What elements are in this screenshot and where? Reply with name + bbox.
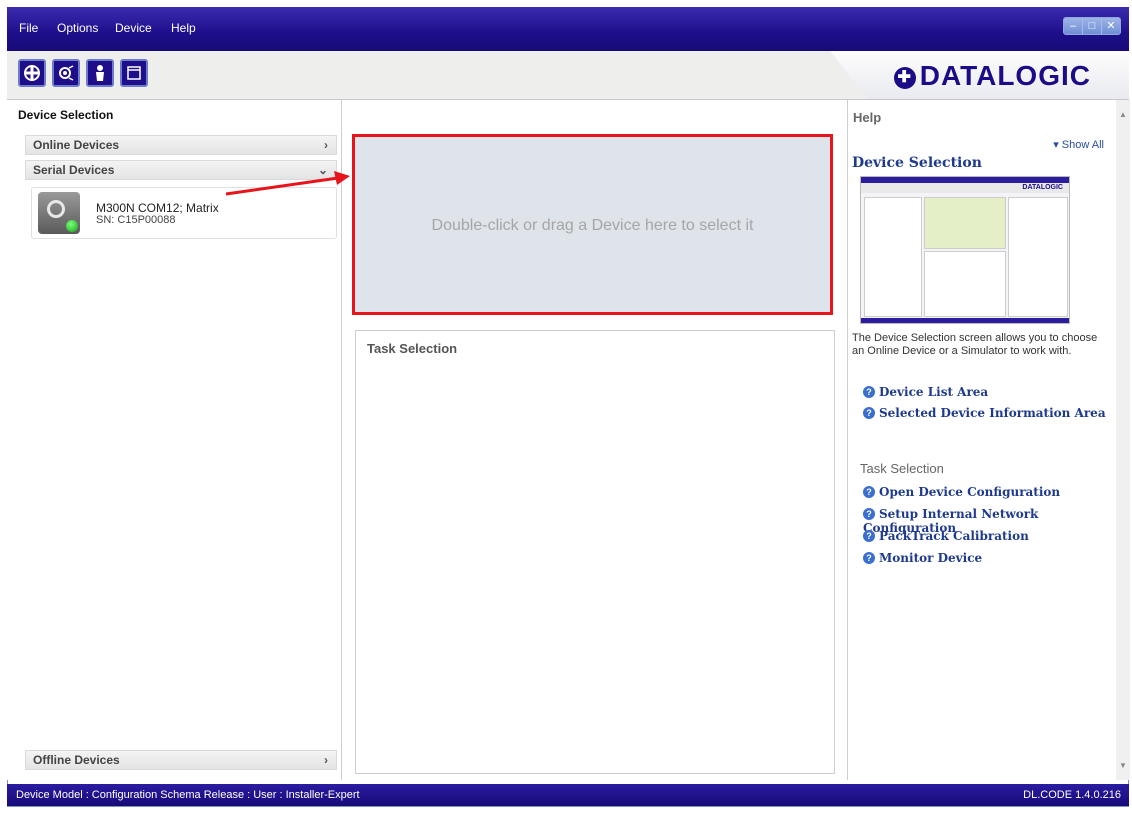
scanner-device-icon	[38, 192, 80, 234]
serial-devices-label: Serial Devices	[33, 163, 115, 177]
online-devices-header[interactable]: Online Devices ›	[25, 135, 337, 155]
minimize-icon[interactable]: –	[1064, 18, 1083, 34]
help-section-title: Device Selection	[852, 155, 982, 171]
window-icon[interactable]	[120, 59, 148, 87]
device-list-panel: Device Selection Online Devices › Serial…	[7, 100, 342, 780]
online-devices-label: Online Devices	[33, 138, 120, 152]
help-link-device-list[interactable]: ? Device List Area	[863, 385, 988, 399]
logo-mark-icon: ✚	[893, 66, 916, 89]
menu-options[interactable]: Options	[57, 21, 98, 35]
close-icon[interactable]: ✕	[1102, 18, 1120, 34]
status-left: Device Model : Configuration Schema Rele…	[16, 789, 360, 801]
task-selection-title: Task Selection	[367, 341, 458, 356]
status-bar: Device Model : Configuration Schema Rele…	[7, 784, 1129, 806]
help-question-icon: ?	[863, 486, 875, 498]
menu-file[interactable]: File	[19, 21, 38, 35]
task-selection-panel: Task Selection	[355, 330, 835, 774]
annotation-arrow	[225, 171, 350, 196]
device-serial: SN: C15P00088	[96, 214, 176, 226]
scroll-up-icon[interactable]: ▲	[1119, 110, 1127, 119]
help-question-icon: ?	[863, 407, 875, 419]
menu-device[interactable]: Device	[115, 21, 152, 35]
chevron-right-icon: ›	[324, 753, 328, 767]
menu-bar: File Options Device Help – □ ✕	[7, 7, 1129, 51]
online-status-icon	[66, 220, 78, 232]
datalogic-logo: ✚ DATALOGIC	[893, 60, 1091, 92]
help-link-selected-device[interactable]: ? Selected Device Information Area	[863, 406, 1106, 420]
device-drop-zone[interactable]: Double-click or drag a Device here to se…	[352, 134, 833, 315]
help-scrollbar[interactable]: ▲ ▼	[1116, 100, 1130, 780]
drop-zone-text: Double-click or drag a Device here to se…	[431, 217, 754, 234]
help-header: Help	[853, 110, 882, 125]
scroll-down-icon[interactable]: ▼	[1119, 761, 1127, 770]
window-controls: – □ ✕	[1063, 17, 1121, 35]
target-icon[interactable]	[18, 59, 46, 87]
scanner-icon[interactable]	[52, 59, 80, 87]
offline-devices-label: Offline Devices	[33, 753, 120, 767]
chevron-right-icon: ›	[324, 138, 328, 152]
help-question-icon: ?	[863, 530, 875, 542]
help-question-icon: ?	[863, 508, 875, 520]
help-task-heading: Task Selection	[860, 461, 944, 476]
menu-help[interactable]: Help	[171, 21, 196, 35]
restore-icon[interactable]: □	[1083, 18, 1102, 34]
help-question-icon: ?	[863, 552, 875, 564]
device-name: M300N COM12; Matrix	[96, 201, 219, 215]
help-link-open-config[interactable]: ? Open Device Configuration	[863, 485, 1060, 499]
brand-area: ✚ DATALOGIC	[829, 51, 1129, 99]
show-all-link[interactable]: ▾ Show All	[1053, 138, 1104, 151]
help-link-monitor[interactable]: ? Monitor Device	[863, 551, 982, 565]
app-version: DL.CODE 1.4.0.216	[1023, 789, 1121, 801]
help-link-packtrack[interactable]: ? PackTrack Calibration	[863, 529, 1029, 543]
help-description: The Device Selection screen allows you t…	[852, 332, 1098, 357]
help-panel: Help ▾ Show All Device Selection DATALOG…	[847, 100, 1130, 780]
panel-title: Device Selection	[18, 108, 114, 122]
toolbar: ✚ DATALOGIC	[7, 51, 1129, 100]
user-icon[interactable]	[86, 59, 114, 87]
offline-devices-header[interactable]: Offline Devices ›	[25, 750, 337, 770]
thumbnail-logo: DATALOGIC	[1022, 184, 1063, 191]
help-question-icon: ?	[863, 386, 875, 398]
help-screenshot-thumbnail: DATALOGIC	[860, 176, 1070, 324]
